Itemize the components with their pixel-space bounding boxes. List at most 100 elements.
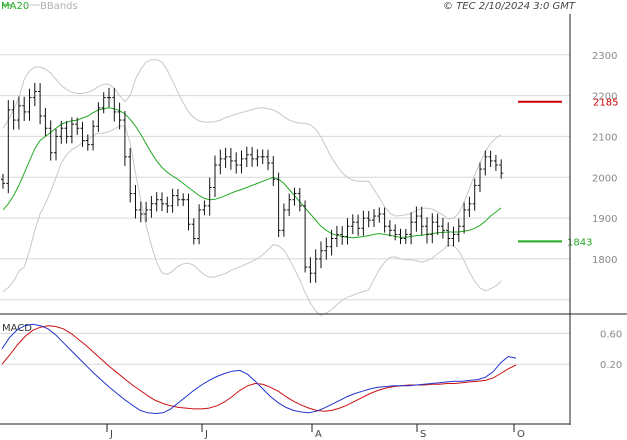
ohlc-bar — [488, 150, 493, 168]
x-month-label: J — [109, 429, 113, 440]
macd-label: MACD — [2, 323, 32, 334]
ohlc-bar — [440, 217, 445, 239]
bollinger-bands — [2, 59, 502, 316]
ohlc-bar — [387, 220, 392, 237]
signal-line — [1, 325, 517, 412]
ohlc-bar — [218, 149, 223, 175]
ohlc-bar — [271, 156, 276, 187]
ohlc-bar — [493, 155, 498, 171]
ohlc-bar — [223, 147, 228, 168]
macd-tick-label: 0.20 — [600, 360, 622, 371]
ohlc-bar — [48, 120, 53, 161]
ohlc-bar — [403, 229, 408, 244]
macd-tick-label: 0.60 — [600, 329, 622, 340]
ohlc-bar — [186, 193, 191, 231]
ohlc-bar — [393, 224, 398, 241]
ohlc-bar — [170, 188, 175, 213]
ohlc-bar — [250, 146, 255, 167]
ohlc-bar — [467, 196, 472, 218]
ohlc-bar — [213, 155, 217, 198]
ohlc-bar — [54, 128, 58, 161]
ohlc-bar — [324, 237, 329, 260]
ohlc-bar — [175, 189, 180, 207]
ohlc-bar — [11, 100, 16, 130]
ohlc-bars — [1, 82, 504, 284]
macd-lines — [1, 323, 517, 415]
ohlc-bar — [377, 207, 382, 223]
ohlc-bar — [234, 152, 239, 174]
bbands-legend: BBands — [40, 1, 78, 12]
ohlc-bar — [27, 88, 32, 121]
ohlc-bar — [340, 226, 345, 245]
ohlc-bar — [419, 206, 424, 236]
price-tick-label: 1800 — [592, 255, 617, 266]
ohlc-bar — [239, 150, 244, 174]
ohlc-bar — [6, 100, 11, 194]
ohlc-bar — [59, 120, 64, 144]
ohlc-bar — [202, 200, 207, 216]
ohlc-bar — [334, 225, 339, 248]
ohlc-bar — [276, 172, 281, 237]
ohlc-bar — [350, 214, 355, 235]
copyright-text: © TEC 2/10/2024 3:0 GMT — [443, 1, 576, 12]
ohlc-bar — [266, 149, 270, 171]
resistance-label: 2185 — [593, 98, 618, 109]
price-tick-label: 2300 — [592, 51, 617, 62]
ohlc-bar — [64, 121, 69, 144]
ohlc-bar — [160, 192, 164, 212]
ohlc-bar — [32, 82, 37, 107]
ohlc-bar — [117, 102, 122, 130]
ohlc-bar — [382, 207, 387, 233]
ohlc-bar — [287, 193, 292, 217]
ohlc-bar — [1, 173, 5, 189]
price-tick-label: 2000 — [592, 173, 617, 184]
ohlc-bar — [181, 193, 186, 207]
ohlc-bar — [451, 226, 456, 247]
price-gridlines — [0, 54, 570, 301]
price-tick-label: 2100 — [592, 132, 617, 143]
ohlc-bar — [313, 249, 318, 283]
ohlc-bar — [228, 148, 233, 170]
x-month-label: A — [315, 429, 322, 440]
ohlc-bar — [345, 218, 350, 245]
stock-chart: MA20 BBands © TEC 2/10/2024 3:0 GMT 1800… — [0, 1, 627, 440]
ohlc-bar — [43, 107, 48, 137]
x-month-label: S — [420, 429, 426, 440]
ohlc-bar — [154, 192, 159, 212]
macd-gridlines — [0, 332, 570, 365]
ohlc-bar — [281, 203, 286, 237]
ma20-legend: MA20 — [1, 1, 29, 12]
ohlc-bar — [425, 217, 429, 244]
ohlc-bar — [133, 185, 138, 219]
x-axis-labels: JJASO — [106, 424, 525, 440]
ohlc-bar — [456, 218, 461, 243]
bb-upper-line — [2, 59, 502, 220]
ohlc-bar — [499, 159, 504, 179]
price-axis-labels: 180019002000210022002300 — [592, 51, 617, 266]
ohlc-bar — [149, 195, 154, 218]
ohlc-bar — [472, 178, 477, 211]
ohlc-bar — [319, 241, 323, 269]
ohlc-bar — [446, 222, 451, 247]
ohlc-bar — [303, 200, 308, 273]
ohlc-bar — [255, 149, 260, 167]
ohlc-bar — [361, 210, 366, 236]
ohlc-bar — [22, 96, 27, 121]
ohlc-bar — [197, 204, 202, 245]
ohlc-bar — [96, 102, 101, 132]
ohlc-bar — [207, 177, 212, 216]
ohlc-bar — [244, 146, 249, 167]
ohlc-bar — [398, 228, 403, 245]
ohlc-bar — [38, 83, 43, 125]
macd-line — [1, 323, 517, 415]
ohlc-bar — [191, 218, 196, 245]
x-month-label: O — [517, 429, 525, 440]
ohlc-bar — [308, 257, 313, 284]
ohlc-bar — [366, 210, 371, 228]
ohlc-bar — [128, 148, 133, 203]
macd-axis-labels: 0.20 0.60 — [600, 329, 622, 371]
ohlc-bar — [112, 88, 117, 122]
price-tick-label: 1900 — [592, 214, 617, 225]
support-label: 1843 — [567, 237, 592, 248]
ohlc-bar — [107, 87, 111, 108]
